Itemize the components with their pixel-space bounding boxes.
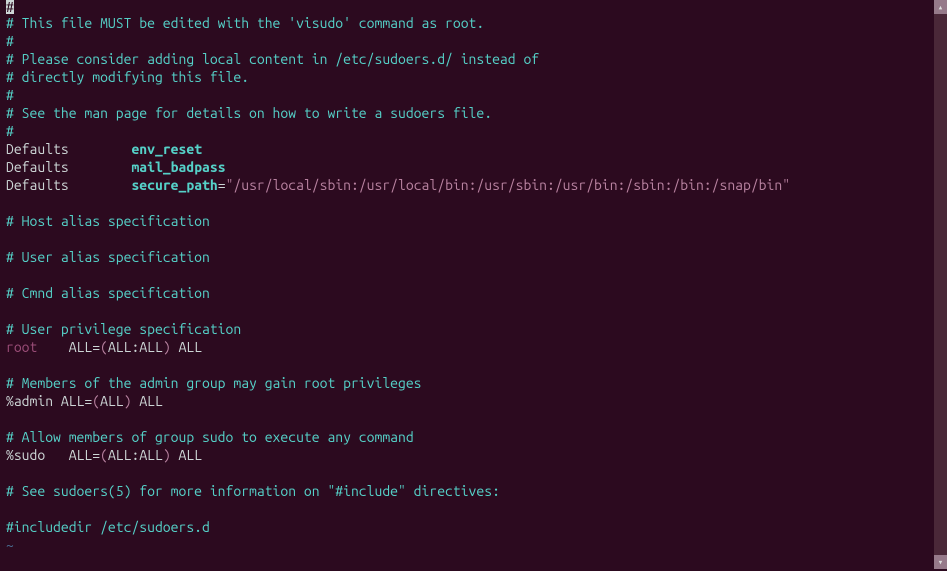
blank-line (6, 302, 941, 320)
blank-line (6, 410, 941, 428)
cursor: # (6, 0, 14, 14)
comment-cmnd-alias: # Cmnd alias specification (6, 284, 941, 302)
empty-line-tilde: ~ (6, 536, 941, 554)
comment-line: # directly modifying this file. (6, 68, 941, 86)
blank-line (6, 230, 941, 248)
blank-line (6, 266, 941, 284)
defaults-secure-path: Defaults secure_path="/usr/local/sbin:/u… (6, 176, 941, 194)
comment-line: # See the man page for details on how to… (6, 104, 941, 122)
scroll-down-icon[interactable]: ▾ (934, 555, 947, 569)
blank-line (6, 500, 941, 518)
defaults-env-reset: Defaults env_reset (6, 140, 941, 158)
scrollbar-track[interactable] (934, 14, 947, 555)
comment-include: # See sudoers(5) for more information on… (6, 482, 941, 500)
comment-user-priv: # User privilege specification (6, 320, 941, 338)
blank-line (6, 356, 941, 374)
editor-content[interactable]: # # This file MUST be edited with the 'v… (6, 0, 941, 554)
admin-privilege-line: %admin ALL=(ALL) ALL (6, 392, 941, 410)
scroll-up-icon[interactable]: ▴ (934, 0, 947, 14)
comment-line: # This file MUST be edited with the 'vis… (6, 14, 941, 32)
comment-host-alias: # Host alias specification (6, 212, 941, 230)
comment-admin-group: # Members of the admin group may gain ro… (6, 374, 941, 392)
scrollbar[interactable]: ▴ ▾ (934, 0, 947, 569)
comment-line: # (6, 86, 941, 104)
sudo-privilege-line: %sudo ALL=(ALL:ALL) ALL (6, 446, 941, 464)
comment-user-alias: # User alias specification (6, 248, 941, 266)
blank-line (6, 464, 941, 482)
comment-line: # (6, 122, 941, 140)
comment-line: # Please consider adding local content i… (6, 50, 941, 68)
blank-line (6, 194, 941, 212)
root-privilege-line: root ALL=(ALL:ALL) ALL (6, 338, 941, 356)
includedir-line: #includedir /etc/sudoers.d (6, 518, 941, 536)
comment-sudo-group: # Allow members of group sudo to execute… (6, 428, 941, 446)
comment-line: # (6, 32, 941, 50)
defaults-mail-badpass: Defaults mail_badpass (6, 158, 941, 176)
cursor-line: # (6, 0, 941, 14)
